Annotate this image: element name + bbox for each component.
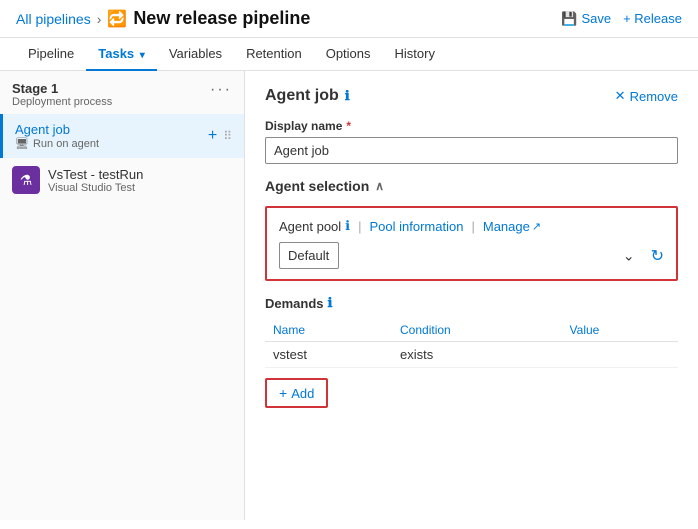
- display-name-field-group: Display name *: [265, 119, 678, 164]
- agent-job-title: Agent job: [15, 122, 208, 137]
- pool-information-link[interactable]: Pool information: [370, 219, 464, 234]
- agent-pool-label: Agent pool ℹ: [279, 218, 350, 234]
- agent-selection-label: Agent selection: [265, 178, 369, 194]
- refresh-button[interactable]: ↻: [651, 246, 664, 266]
- release-button[interactable]: + Release: [623, 11, 682, 26]
- pipeline-icon: 🔁: [107, 9, 127, 29]
- sidebar: Stage 1 Deployment process ··· Agent job…: [0, 71, 245, 520]
- demand-cell-value: [562, 342, 678, 368]
- stage-name: Stage 1: [12, 81, 112, 96]
- vstest-info: VsTest - testRun Visual Studio Test: [48, 167, 143, 194]
- content-header: Agent job ℹ ✕ Remove: [265, 87, 678, 105]
- breadcrumb-separator: ›: [97, 11, 102, 27]
- save-icon: 💾: [561, 11, 577, 27]
- col-name: Name: [265, 319, 392, 342]
- breadcrumb: All pipelines › 🔁 New release pipeline: [16, 8, 310, 29]
- demands-table-header-row: Name Condition Value: [265, 319, 678, 342]
- tab-pipeline[interactable]: Pipeline: [16, 38, 86, 71]
- stage-header: Stage 1 Deployment process ···: [0, 71, 244, 114]
- tab-history[interactable]: History: [383, 38, 447, 71]
- remove-button[interactable]: ✕ Remove: [615, 88, 678, 104]
- vstest-icon: ⚗: [12, 166, 40, 194]
- remove-icon: ✕: [615, 88, 626, 104]
- pipeline-title-text: New release pipeline: [133, 8, 310, 29]
- demands-table: Name Condition Value vstestexists: [265, 319, 678, 368]
- display-name-label: Display name *: [265, 119, 678, 133]
- demands-header: Demands ℹ: [265, 295, 678, 311]
- sep2: |: [471, 219, 474, 234]
- save-button[interactable]: 💾 Save: [561, 11, 611, 27]
- col-condition: Condition: [392, 319, 562, 342]
- vstest-title: VsTest - testRun: [48, 167, 143, 182]
- agent-job-drag-handle[interactable]: ⠿: [223, 129, 232, 143]
- add-icon: +: [279, 385, 287, 401]
- top-header: All pipelines › 🔁 New release pipeline 💾…: [0, 0, 698, 38]
- tab-retention[interactable]: Retention: [234, 38, 314, 71]
- pool-select[interactable]: Default: [279, 242, 339, 269]
- breadcrumb-link[interactable]: All pipelines: [16, 11, 91, 27]
- manage-link[interactable]: Manage ↗: [483, 219, 541, 234]
- agent-job-sub: 🖥 Run on agent: [15, 137, 208, 150]
- agent-selection-header[interactable]: Agent selection ∧: [265, 178, 678, 194]
- external-link-icon: ↗: [532, 220, 541, 233]
- agent-pool-box: Agent pool ℹ | Pool information | Manage…: [265, 206, 678, 281]
- tasks-dropdown-arrow: ▾: [140, 50, 145, 61]
- agent-job-info-icon[interactable]: ℹ: [345, 88, 350, 104]
- display-name-input[interactable]: [265, 137, 678, 164]
- tab-tasks[interactable]: Tasks ▾: [86, 38, 157, 71]
- sidebar-item-vstest[interactable]: ⚗ VsTest - testRun Visual Studio Test: [0, 158, 244, 202]
- stage-sub: Deployment process: [12, 96, 112, 108]
- pipeline-title: 🔁 New release pipeline: [107, 8, 310, 29]
- agent-selection-chevron: ∧: [375, 179, 384, 193]
- header-actions: 💾 Save + Release: [561, 11, 682, 27]
- table-row: vstestexists: [265, 342, 678, 368]
- required-indicator: *: [346, 119, 351, 133]
- demand-cell-name: vstest: [265, 342, 392, 368]
- add-demand-button[interactable]: + Add: [265, 378, 328, 408]
- pool-select-row: Default ↻: [279, 242, 664, 269]
- col-value: Value: [562, 319, 678, 342]
- content-title-text: Agent job: [265, 87, 339, 105]
- pool-info-icon[interactable]: ℹ: [345, 218, 350, 234]
- stage-info: Stage 1 Deployment process: [12, 81, 112, 108]
- content-title-group: Agent job ℹ: [265, 87, 350, 105]
- pool-select-wrapper: Default: [279, 242, 643, 269]
- demand-cell-condition: exists: [392, 342, 562, 368]
- stage-menu-button[interactable]: ···: [210, 81, 232, 99]
- run-on-agent-icon: 🖥: [15, 137, 29, 150]
- demands-info-icon[interactable]: ℹ: [328, 295, 333, 311]
- nav-tabs: Pipeline Tasks ▾ Variables Retention Opt…: [0, 38, 698, 71]
- sidebar-item-agent-job[interactable]: Agent job 🖥 Run on agent + ⠿: [0, 114, 244, 158]
- vstest-sub: Visual Studio Test: [48, 182, 143, 194]
- agent-pool-header: Agent pool ℹ | Pool information | Manage…: [279, 218, 664, 234]
- agent-job-add-button[interactable]: +: [208, 127, 217, 145]
- content-area: Agent job ℹ ✕ Remove Display name * Agen…: [245, 71, 698, 520]
- tab-variables[interactable]: Variables: [157, 38, 234, 71]
- agent-job-content: Agent job 🖥 Run on agent: [15, 122, 208, 150]
- agent-job-actions: + ⠿: [208, 127, 232, 145]
- tab-options[interactable]: Options: [314, 38, 383, 71]
- sep1: |: [358, 219, 361, 234]
- main-layout: Stage 1 Deployment process ··· Agent job…: [0, 71, 698, 520]
